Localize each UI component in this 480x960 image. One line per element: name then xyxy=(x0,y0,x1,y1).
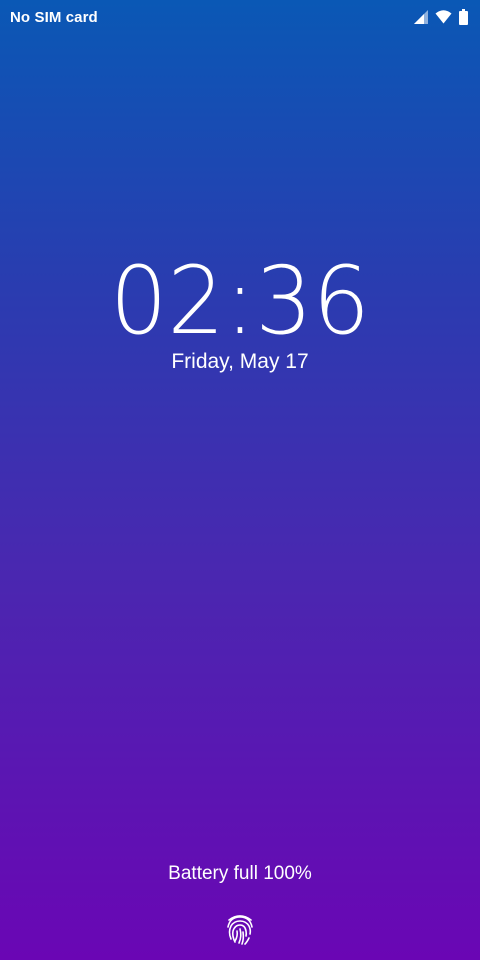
wifi-icon xyxy=(435,10,452,24)
status-icons xyxy=(414,9,468,25)
status-bar: No SIM card xyxy=(0,0,480,34)
lock-screen: No SIM card 02:36 Friday, May 17 Battery… xyxy=(0,0,480,960)
battery-status-text: Battery full 100% xyxy=(168,863,312,884)
battery-icon xyxy=(459,9,468,25)
clock-area: 02:36 Friday, May 17 xyxy=(0,255,480,375)
carrier-label: No SIM card xyxy=(10,9,98,26)
fingerprint-icon[interactable] xyxy=(225,912,255,946)
signal-icon xyxy=(414,10,428,24)
lock-clock: 02:36 xyxy=(109,247,371,356)
